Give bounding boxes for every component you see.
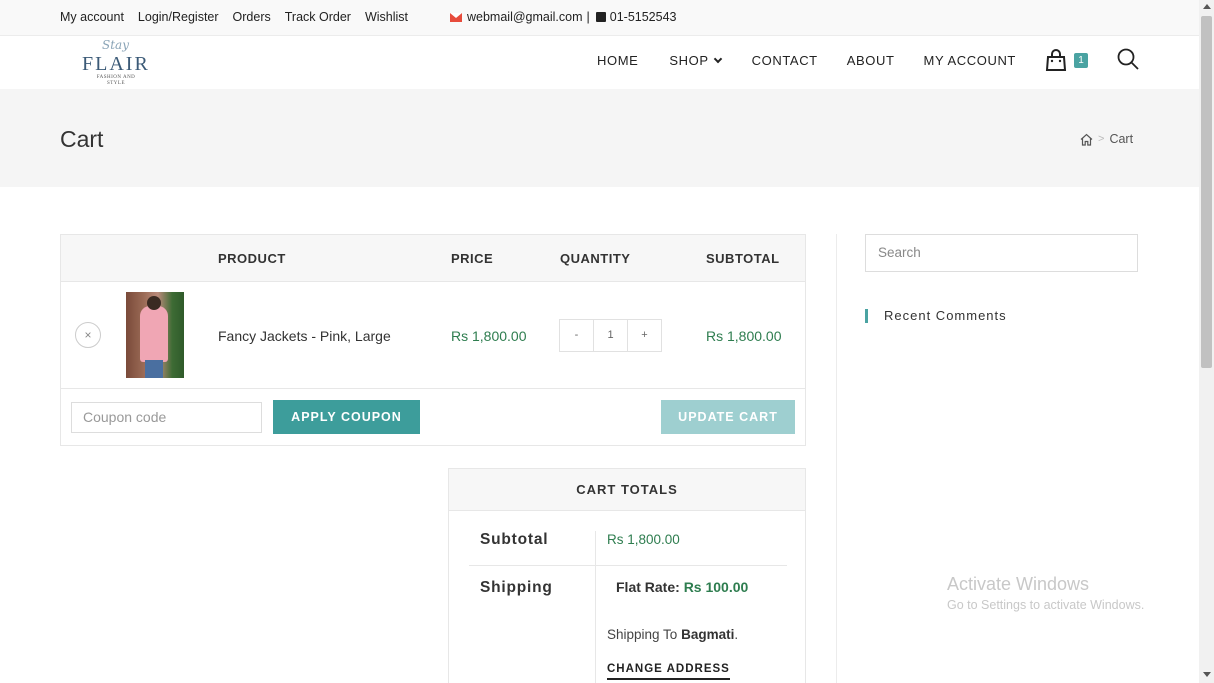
- cart-table-header: PRODUCT PRICE QUANTITY SUBTOTAL: [61, 235, 805, 282]
- thumbnail-figure: [140, 306, 168, 362]
- shipping-to-suffix: .: [734, 627, 739, 642]
- nav-home[interactable]: HOME: [597, 53, 638, 68]
- chevron-down-icon: [713, 54, 722, 63]
- product-subtotal: Rs 1,800.00: [706, 328, 782, 344]
- update-cart-button[interactable]: UPDATE CART: [661, 400, 795, 434]
- cart-count-badge: 1: [1074, 53, 1088, 68]
- change-address-link[interactable]: CHANGE ADDRESS: [607, 663, 730, 680]
- shopping-bag-icon[interactable]: [1045, 49, 1067, 71]
- mail-icon: [450, 12, 462, 22]
- logo-brand: FLAIR: [82, 53, 150, 75]
- coupon-code-input[interactable]: Coupon code: [71, 402, 262, 433]
- track-order-link[interactable]: Track Order: [285, 10, 351, 24]
- shipping-to-region: Bagmati: [681, 627, 735, 642]
- apply-coupon-button[interactable]: APPLY COUPON: [273, 400, 420, 434]
- contact-email: webmail@gmail.com: [467, 10, 583, 24]
- shipping-label: Shipping: [480, 579, 553, 596]
- subtotal-label: Subtotal: [480, 531, 549, 548]
- col-subtotal: SUBTOTAL: [706, 251, 780, 266]
- col-product: PRODUCT: [218, 251, 286, 266]
- scrollbar-thumb[interactable]: [1201, 16, 1212, 368]
- search-icon[interactable]: [1116, 47, 1140, 71]
- scroll-up-arrow-icon[interactable]: [1203, 4, 1211, 9]
- logo-tagline-2: STYLE: [106, 81, 126, 86]
- logo-tagline: FASHION AND STYLE: [94, 75, 138, 87]
- qty-minus-button[interactable]: -: [560, 320, 594, 351]
- contact-info: webmail@gmail.com | 01-5152543: [450, 10, 676, 24]
- totals-divider-vertical: [595, 531, 596, 683]
- site-header: Stay FLAIR FASHION AND STYLE HOME SHOP C…: [0, 37, 1199, 89]
- qty-input[interactable]: 1: [594, 320, 628, 351]
- cart-table: PRODUCT PRICE QUANTITY SUBTOTAL × Fancy …: [60, 234, 806, 446]
- col-price: PRICE: [451, 251, 494, 266]
- flat-rate-value: Rs 100.00: [683, 579, 749, 595]
- home-icon[interactable]: [1080, 133, 1093, 146]
- nav-contact[interactable]: CONTACT: [752, 53, 818, 68]
- remove-item-button[interactable]: ×: [75, 322, 101, 348]
- breadcrumb: > Cart: [1080, 132, 1133, 146]
- shipping-to-prefix: Shipping To: [607, 627, 678, 642]
- nav-about[interactable]: ABOUT: [847, 53, 895, 68]
- wishlist-link[interactable]: Wishlist: [365, 10, 408, 24]
- page-scrollbar[interactable]: [1199, 0, 1214, 683]
- qty-plus-button[interactable]: +: [628, 320, 661, 351]
- quantity-stepper: - 1 +: [559, 319, 662, 352]
- thumbnail-head: [147, 296, 161, 310]
- shipping-destination: Shipping To Bagmati.: [607, 627, 738, 642]
- nav-my-account[interactable]: MY ACCOUNT: [924, 53, 1016, 68]
- login-register-link[interactable]: Login/Register: [138, 10, 219, 24]
- flat-rate: Flat Rate: Rs 100.00: [616, 579, 748, 595]
- page-header: Cart > Cart: [0, 89, 1199, 187]
- thumbnail-legs: [145, 360, 163, 378]
- scroll-down-arrow-icon[interactable]: [1203, 672, 1211, 677]
- sidebar-divider: [836, 234, 837, 683]
- activate-windows-watermark: Activate Windows Go to Settings to activ…: [947, 574, 1144, 612]
- watermark-line-1: Activate Windows: [947, 574, 1090, 594]
- top-bar: My account Login/Register Orders Track O…: [0, 0, 1199, 36]
- flat-rate-label: Flat Rate:: [616, 579, 680, 595]
- cart-totals-heading: CART TOTALS: [449, 469, 805, 511]
- recent-comments-title: Recent Comments: [865, 309, 1007, 323]
- logo-script: Stay: [102, 38, 129, 52]
- product-name-link[interactable]: Fancy Jackets - Pink, Large: [218, 328, 391, 344]
- col-quantity: QUANTITY: [560, 251, 631, 266]
- table-row: × Fancy Jackets - Pink, Large Rs 1,800.0…: [61, 282, 805, 389]
- top-links: My account Login/Register Orders Track O…: [60, 10, 408, 24]
- phone-icon: [595, 12, 606, 22]
- product-thumbnail[interactable]: [126, 292, 184, 378]
- orders-link[interactable]: Orders: [233, 10, 271, 24]
- my-account-link[interactable]: My account: [60, 10, 124, 24]
- sidebar-search-input[interactable]: Search: [865, 234, 1138, 272]
- contact-separator: |: [586, 10, 590, 24]
- nav-shop-label: SHOP: [669, 53, 709, 68]
- subtotal-value: Rs 1,800.00: [607, 532, 680, 547]
- contact-phone: 01-5152543: [609, 10, 677, 24]
- product-price: Rs 1,800.00: [451, 328, 527, 344]
- breadcrumb-separator: >: [1098, 133, 1105, 145]
- nav-shop[interactable]: SHOP: [669, 53, 722, 68]
- cart-totals: CART TOTALS Subtotal Rs 1,800.00 Shippin…: [448, 468, 806, 683]
- site-logo[interactable]: Stay FLAIR FASHION AND STYLE: [80, 38, 152, 87]
- totals-divider-horizontal: [469, 565, 787, 566]
- page-title: Cart: [60, 126, 104, 152]
- main-nav: HOME SHOP CONTACT ABOUT MY ACCOUNT: [597, 53, 1016, 68]
- watermark-line-2: Go to Settings to activate Windows.: [947, 598, 1145, 612]
- breadcrumb-current: Cart: [1109, 132, 1134, 146]
